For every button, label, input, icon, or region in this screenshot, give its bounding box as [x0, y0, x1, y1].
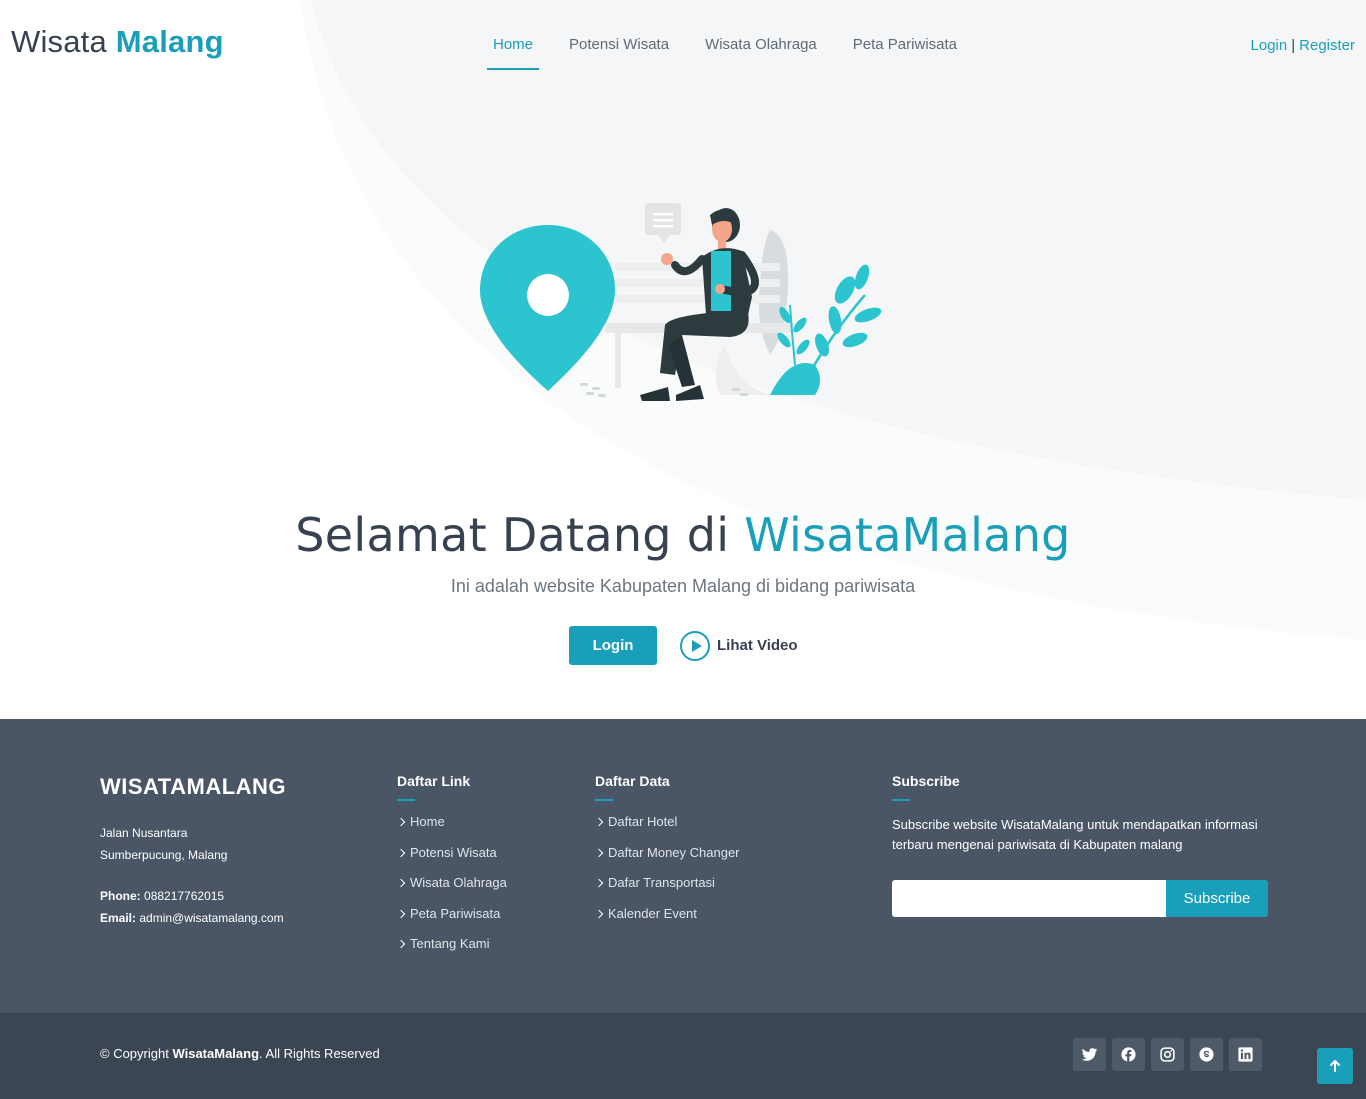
list-item: Wisata Olahraga: [396, 874, 507, 905]
footer-link-money-changer[interactable]: Daftar Money Changer: [608, 845, 740, 860]
site-header: Wisata Malang Home Potensi Wisata Wisata…: [0, 0, 1366, 90]
skype-icon: [1199, 1047, 1214, 1062]
arrow-up-icon: [1330, 1060, 1340, 1072]
skype-button[interactable]: [1190, 1038, 1223, 1071]
chevron-right-icon: [396, 878, 406, 888]
list-item: Tentang Kami: [396, 935, 507, 966]
auth-links: Login | Register: [1251, 37, 1355, 54]
watch-video-label: Lihat Video: [717, 637, 798, 654]
footer-data-title: Daftar Data: [595, 773, 740, 801]
hero-subtitle: Ini adalah website Kabupaten Malang di b…: [450, 576, 916, 596]
list-item: Kalender Event: [594, 905, 740, 936]
footer-link-home[interactable]: Home: [410, 814, 445, 829]
logo-main-text: Wisata: [11, 24, 107, 59]
list-item: Peta Pariwisata: [396, 905, 507, 936]
email-value: admin@wisatamalang.com: [139, 911, 284, 925]
facebook-icon: [1121, 1047, 1136, 1062]
list-item: Daftar Money Changer: [594, 844, 740, 875]
facebook-button[interactable]: [1112, 1038, 1145, 1071]
phone-value: 088217762015: [144, 889, 225, 903]
subscribe-button[interactable]: Subscribe: [1166, 880, 1268, 917]
footer-link-tentang-kami[interactable]: Tentang Kami: [410, 936, 490, 951]
subscribe-email-input[interactable]: [892, 880, 1166, 917]
list-item: Potensi Wisata: [396, 844, 507, 875]
chevron-right-icon: [396, 848, 406, 857]
hero-actions: Login Lihat Video: [569, 626, 798, 665]
phone-label: Phone:: [100, 889, 141, 903]
copyright: © Copyright WisataMalang. All Rights Res…: [100, 1046, 380, 1061]
copyright-suffix: . All Rights Reserved: [259, 1046, 380, 1061]
footer-brand: WISATAMALANG: [100, 774, 287, 799]
hero-login-button[interactable]: Login: [569, 626, 657, 665]
subscribe-form: Subscribe: [892, 880, 1268, 917]
list-item: Daftar Hotel: [594, 813, 740, 844]
instagram-icon: [1160, 1047, 1175, 1062]
list-item: Home: [396, 813, 507, 844]
footer-contact: Phone: 088217762015 Email: admin@wisatam…: [100, 885, 284, 929]
chevron-right-icon: [594, 817, 604, 827]
footer-links-title: Daftar Link: [397, 773, 507, 801]
hero-title: Selamat Datang di WisataMalang: [0, 508, 1366, 562]
footer-link-daftar-hotel[interactable]: Daftar Hotel: [608, 814, 677, 829]
header-register-link[interactable]: Register: [1299, 37, 1355, 54]
nav-item-home[interactable]: Home: [487, 36, 540, 70]
footer-address: Jalan Nusantara Sumberpucung, Malang: [100, 822, 227, 866]
copyright-prefix: © Copyright: [100, 1046, 169, 1061]
hero-title-main: Selamat Datang di: [295, 508, 730, 562]
footer-data-column: Daftar Data Daftar Hotel Daftar Money Ch…: [594, 773, 740, 936]
header-login-link[interactable]: Login: [1251, 37, 1288, 54]
footer-links-column: Daftar Link Home Potensi Wisata Wisata O…: [396, 773, 507, 966]
chevron-right-icon: [594, 848, 604, 857]
footer-subscribe-column: Subscribe Subscribe website WisataMalang…: [892, 773, 1272, 854]
chevron-right-icon: [396, 817, 406, 827]
back-to-top-button[interactable]: [1317, 1048, 1353, 1084]
list-item: Dafar Transportasi: [594, 874, 740, 905]
footer-top: WISATAMALANG Jalan Nusantara Sumberpucun…: [0, 719, 1366, 1014]
chevron-right-icon: [594, 878, 604, 888]
footer-links-list: Home Potensi Wisata Wisata Olahraga Peta…: [396, 813, 507, 966]
footer-link-peta-pariwisata[interactable]: Peta Pariwisata: [410, 906, 500, 921]
hero-illustration: [470, 195, 890, 410]
footer-bottom: © Copyright WisataMalang. All Rights Res…: [0, 1013, 1366, 1099]
footer-link-potensi-wisata[interactable]: Potensi Wisata: [410, 845, 497, 860]
address-line-1: Jalan Nusantara: [100, 826, 188, 840]
footer-link-kalender-event[interactable]: Kalender Event: [608, 906, 697, 921]
chevron-right-icon: [396, 939, 406, 949]
main-nav: Home Potensi Wisata Wisata Olahraga Peta…: [487, 36, 975, 70]
play-icon: [680, 630, 710, 661]
footer-link-transportasi[interactable]: Dafar Transportasi: [608, 875, 715, 890]
footer-link-wisata-olahraga[interactable]: Wisata Olahraga: [410, 875, 507, 890]
address-line-2: Sumberpucung, Malang: [100, 848, 228, 862]
site-logo[interactable]: Wisata Malang: [11, 24, 224, 60]
auth-separator: |: [1291, 37, 1296, 54]
nav-item-peta-pariwisata[interactable]: Peta Pariwisata: [835, 36, 975, 70]
twitter-icon: [1081, 1048, 1098, 1061]
linkedin-button[interactable]: [1229, 1038, 1262, 1071]
chevron-right-icon: [396, 909, 406, 918]
subscribe-description: Subscribe website WisataMalang untuk men…: [892, 817, 1258, 852]
nav-item-potensi-wisata[interactable]: Potensi Wisata: [551, 36, 687, 70]
footer-subscribe-title: Subscribe: [892, 773, 1272, 801]
footer-data-list: Daftar Hotel Daftar Money Changer Dafar …: [594, 813, 740, 936]
chevron-right-icon: [594, 909, 604, 918]
nav-item-wisata-olahraga[interactable]: Wisata Olahraga: [687, 36, 835, 70]
twitter-button[interactable]: [1073, 1038, 1106, 1071]
email-label: Email:: [100, 911, 137, 925]
hero-title-accent: WisataMalang: [744, 508, 1071, 562]
watch-video-button[interactable]: Lihat Video: [680, 630, 798, 661]
instagram-button[interactable]: [1151, 1038, 1184, 1071]
linkedin-icon: [1238, 1047, 1253, 1062]
copyright-brand: WisataMalang: [172, 1046, 260, 1061]
social-links: [1073, 1038, 1262, 1071]
logo-accent-text: Malang: [115, 24, 224, 59]
